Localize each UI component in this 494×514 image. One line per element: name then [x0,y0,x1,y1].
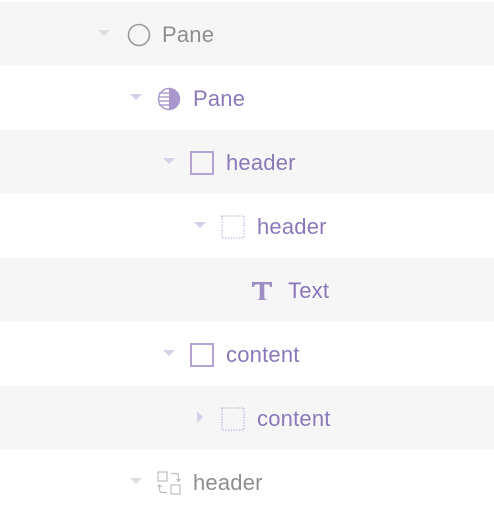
tree-row-label: header [226,150,296,175]
layer-tree: Pane Pane header header Text content con… [0,0,494,514]
dotted-square-icon [221,215,245,239]
tree-row-label: Pane [193,86,246,111]
tree-row-label: header [257,214,327,239]
dotted-square-icon [221,407,245,431]
tree-row-header[interactable]: header [0,130,494,194]
expand-caret-icon[interactable] [130,478,142,484]
tree-row-label: Pane [162,22,215,47]
tree-row-pane[interactable]: Pane [0,66,494,130]
collapse-caret-icon[interactable] [197,411,203,423]
expand-caret-icon[interactable] [194,222,206,228]
expand-caret-icon[interactable] [98,30,110,36]
circle-outline-icon [127,23,151,47]
square-outline-icon [190,151,214,175]
expand-caret-icon[interactable] [163,158,175,164]
tree-row-label: Text [288,278,330,303]
tree-row-label: header [193,470,263,495]
expand-caret-icon[interactable] [163,350,175,356]
tree-row-header-instance[interactable]: header [0,450,494,514]
tree-row-pane-root[interactable]: Pane [0,2,494,66]
tree-row-label: content [226,342,300,367]
component-instance-icon [157,471,181,495]
tree-row-text[interactable]: Text [0,258,494,322]
square-outline-icon [190,343,214,367]
half-filled-circle-icon [157,87,181,111]
tree-row-content[interactable]: content [0,322,494,386]
tree-row-label: content [257,406,331,431]
text-t-icon [251,279,275,303]
expand-caret-icon[interactable] [130,94,142,100]
tree-row-content-inner[interactable]: content [0,386,494,450]
tree-row-header-inner[interactable]: header [0,194,494,258]
